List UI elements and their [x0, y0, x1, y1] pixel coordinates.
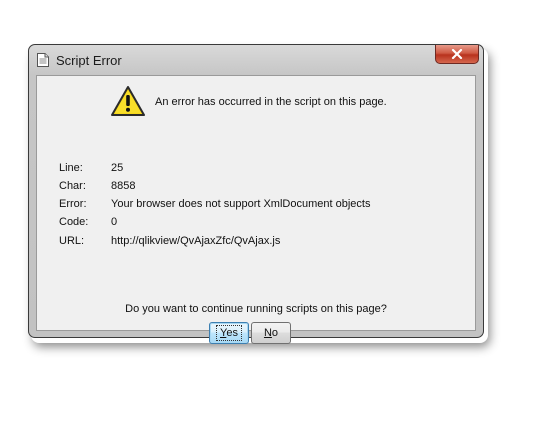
document-icon — [37, 53, 49, 67]
detail-label: Line: — [59, 162, 83, 174]
yes-button[interactable]: Yes — [209, 322, 249, 344]
warning-icon — [110, 85, 146, 117]
close-button[interactable] — [435, 45, 479, 64]
error-message: An error has occurred in the script on t… — [155, 96, 387, 108]
detail-label: Error: — [59, 198, 87, 210]
dialog-body: An error has occurred in the script on t… — [36, 75, 476, 344]
detail-label: Code: — [59, 216, 89, 228]
script-error-dialog: Script Error An error has occurred in th… — [28, 44, 484, 344]
detail-value: 25 — [111, 162, 124, 174]
detail-value: Your browser does not support XmlDocumen… — [111, 198, 371, 210]
title-bar[interactable]: Script Error — [29, 45, 483, 75]
no-label-rest: o — [271, 327, 279, 339]
no-accelerator: N — [263, 327, 272, 339]
continue-question: Do you want to continue running scripts … — [125, 303, 387, 315]
close-icon — [451, 49, 463, 59]
window-title: Script Error — [56, 53, 122, 68]
no-button-label: No — [264, 327, 278, 339]
yes-label-rest: es — [226, 327, 238, 339]
no-button[interactable]: No — [251, 322, 291, 344]
detail-value: 8858 — [111, 180, 136, 192]
detail-value: http://qlikview/QvAjaxZfc/QvAjax.js — [111, 235, 281, 247]
detail-value: 0 — [111, 216, 118, 228]
yes-button-label: Yes — [216, 325, 242, 341]
detail-label: Char: — [59, 180, 86, 192]
detail-label: URL: — [59, 235, 85, 247]
